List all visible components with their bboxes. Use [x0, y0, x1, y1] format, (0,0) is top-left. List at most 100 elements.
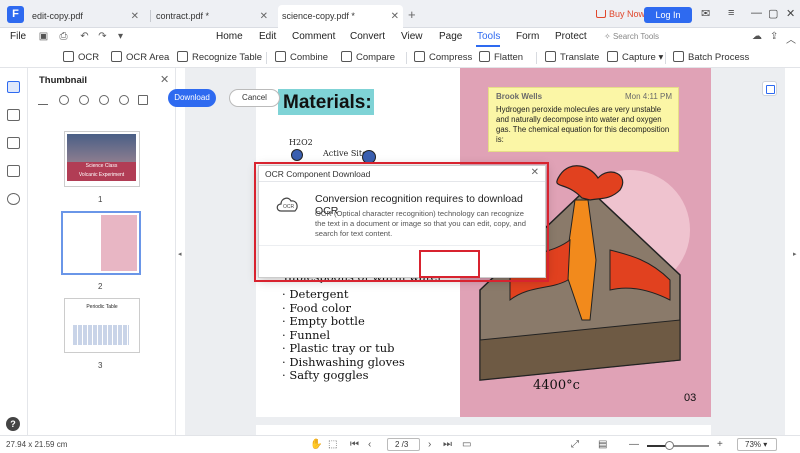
- download-button[interactable]: Download: [168, 89, 216, 107]
- upload-cloud-icon[interactable]: ☁: [752, 31, 762, 42]
- thumbnail-page-1[interactable]: Science Class Volcanic Experiment: [64, 131, 140, 187]
- zoom-in-button[interactable]: +: [717, 439, 723, 450]
- menu-edit[interactable]: Edit: [259, 31, 276, 42]
- close-panel-icon[interactable]: ✕: [160, 73, 169, 86]
- material-item: Empty bottle: [282, 314, 462, 329]
- comment-icon[interactable]: [7, 137, 20, 149]
- close-tab-icon[interactable]: ✕: [131, 5, 139, 28]
- undo-icon[interactable]: ↶: [79, 31, 90, 42]
- fit-width-icon[interactable]: ⤢: [571, 439, 579, 450]
- chevron-down-icon: ▾: [655, 52, 664, 63]
- tab-contract[interactable]: contract.pdf * ✕: [152, 5, 272, 28]
- tab-bar: F edit-copy.pdf ✕ contract.pdf * ✕ scien…: [0, 0, 800, 28]
- search-tools-input[interactable]: ✧ Search Tools: [604, 32, 659, 41]
- close-window-icon[interactable]: ✕: [786, 7, 795, 20]
- capture-label: Capture: [622, 52, 656, 63]
- zoom-slider-knob[interactable]: [664, 441, 674, 450]
- zoom-slider[interactable]: [647, 441, 709, 450]
- ocr-area-label: OCR Area: [126, 52, 170, 63]
- page-number-label: 03: [684, 392, 697, 404]
- attachment-icon[interactable]: [7, 165, 20, 177]
- menu-protect[interactable]: Protect: [555, 31, 587, 42]
- thumbnail-page-3[interactable]: Periodic Table: [64, 298, 140, 353]
- combine-icon: [275, 51, 286, 62]
- menu-tools[interactable]: Tools: [477, 31, 500, 42]
- ocr-float-icon[interactable]: [762, 81, 777, 96]
- rotate-right-icon[interactable]: [119, 95, 129, 105]
- share-icon[interactable]: ⇪: [770, 31, 778, 42]
- menu-icon[interactable]: ≡: [728, 7, 734, 19]
- zoom-out-icon[interactable]: [79, 95, 89, 105]
- tab-edit-copy[interactable]: edit-copy.pdf ✕: [28, 5, 143, 28]
- next-page-icon[interactable]: ›: [428, 439, 431, 450]
- sticky-note[interactable]: Brook Wells Mon 4:11 PM Hydrogen peroxid…: [488, 87, 679, 152]
- compare-label: Compare: [356, 52, 396, 63]
- save-icon[interactable]: ▣: [38, 31, 49, 42]
- menu-convert[interactable]: Convert: [350, 31, 385, 42]
- cancel-button[interactable]: Cancel: [229, 89, 280, 107]
- search-icon[interactable]: [7, 193, 20, 205]
- zoom-in-icon[interactable]: [59, 95, 69, 105]
- redo-icon[interactable]: ↷: [97, 31, 108, 42]
- zoom-level-select[interactable]: 73% ▾: [737, 438, 777, 451]
- buy-now-link[interactable]: Buy Now: [596, 9, 645, 19]
- view-mode-icon[interactable]: ▤: [598, 439, 607, 450]
- close-tab-icon[interactable]: ✕: [260, 5, 268, 28]
- collapse-left-panel-icon[interactable]: ◂: [178, 250, 182, 258]
- lava-eruption: [556, 165, 624, 201]
- tab-science-copy[interactable]: science-copy.pdf * ✕: [278, 5, 403, 28]
- message-icon[interactable]: ✉: [701, 7, 710, 20]
- login-button[interactable]: Log In: [644, 7, 692, 23]
- menu-file[interactable]: File: [10, 31, 26, 42]
- hand-tool-icon[interactable]: ✋: [310, 439, 322, 450]
- thumbnail-page-2[interactable]: [61, 211, 141, 275]
- delete-icon[interactable]: [138, 95, 148, 105]
- menu-home[interactable]: Home: [216, 31, 243, 42]
- prev-page-icon[interactable]: ‹: [368, 439, 371, 450]
- collapse-right-panel-icon[interactable]: ▸: [793, 250, 797, 258]
- compress-button[interactable]: Compress: [414, 51, 472, 63]
- select-tool-icon[interactable]: ⬚: [328, 439, 337, 450]
- thumbnail-image: [67, 134, 136, 162]
- page-number-input[interactable]: 2 /3: [387, 438, 420, 451]
- rotate-left-icon[interactable]: [99, 95, 109, 105]
- ocr-area-button[interactable]: OCR Area: [111, 51, 169, 63]
- menu-page[interactable]: Page: [439, 31, 462, 42]
- translate-button[interactable]: Translate: [545, 51, 599, 63]
- dialog-close-icon[interactable]: ✕: [531, 167, 539, 178]
- menu-view[interactable]: View: [401, 31, 423, 42]
- zoom-out-button[interactable]: —: [629, 439, 639, 450]
- collapse-ribbon-icon[interactable]: ︿: [786, 31, 796, 46]
- flatten-button[interactable]: Flatten: [479, 51, 523, 63]
- diagram-label-active-site: Active Site: [323, 149, 367, 158]
- last-page-icon[interactable]: ⏭: [443, 439, 452, 450]
- close-tab-icon[interactable]: ✕: [391, 5, 399, 28]
- bookmark-icon[interactable]: [7, 109, 20, 121]
- help-icon[interactable]: ?: [6, 417, 20, 431]
- ocr-download-dialog: OCR Component Download ✕ OCR Conversion …: [258, 165, 546, 278]
- compare-button[interactable]: Compare: [341, 51, 395, 63]
- thumbnail-right-half: [101, 215, 137, 271]
- first-page-icon[interactable]: ⏮: [350, 439, 359, 450]
- cloud-download-icon: OCR: [276, 197, 298, 212]
- options-icon[interactable]: [38, 95, 48, 105]
- customize-dropdown-icon[interactable]: ▾: [115, 31, 126, 42]
- thumbnail-panel-icon[interactable]: [7, 81, 20, 93]
- capture-button[interactable]: Capture ▾: [607, 51, 663, 63]
- dialog-header: OCR Component Download ✕: [259, 166, 545, 182]
- combine-button[interactable]: Combine: [275, 51, 328, 63]
- page-layout-icon[interactable]: ▭: [462, 439, 471, 450]
- molecule-graphic: [362, 150, 376, 164]
- batch-process-button[interactable]: Batch Process: [673, 51, 749, 63]
- capture-icon: [607, 51, 618, 62]
- thumbnail-title-line1: Science Class: [85, 163, 118, 169]
- print-icon[interactable]: ⎙: [58, 31, 69, 42]
- maximize-icon[interactable]: ▢: [768, 7, 778, 20]
- temperature-label: 4400°c: [533, 378, 580, 393]
- menu-form[interactable]: Form: [516, 31, 539, 42]
- ocr-button[interactable]: OCR: [63, 51, 99, 63]
- recognize-table-button[interactable]: Recognize Table: [177, 51, 262, 63]
- new-tab-icon[interactable]: +: [408, 7, 416, 22]
- minimize-icon[interactable]: —: [751, 7, 762, 19]
- menu-comment[interactable]: Comment: [292, 31, 335, 42]
